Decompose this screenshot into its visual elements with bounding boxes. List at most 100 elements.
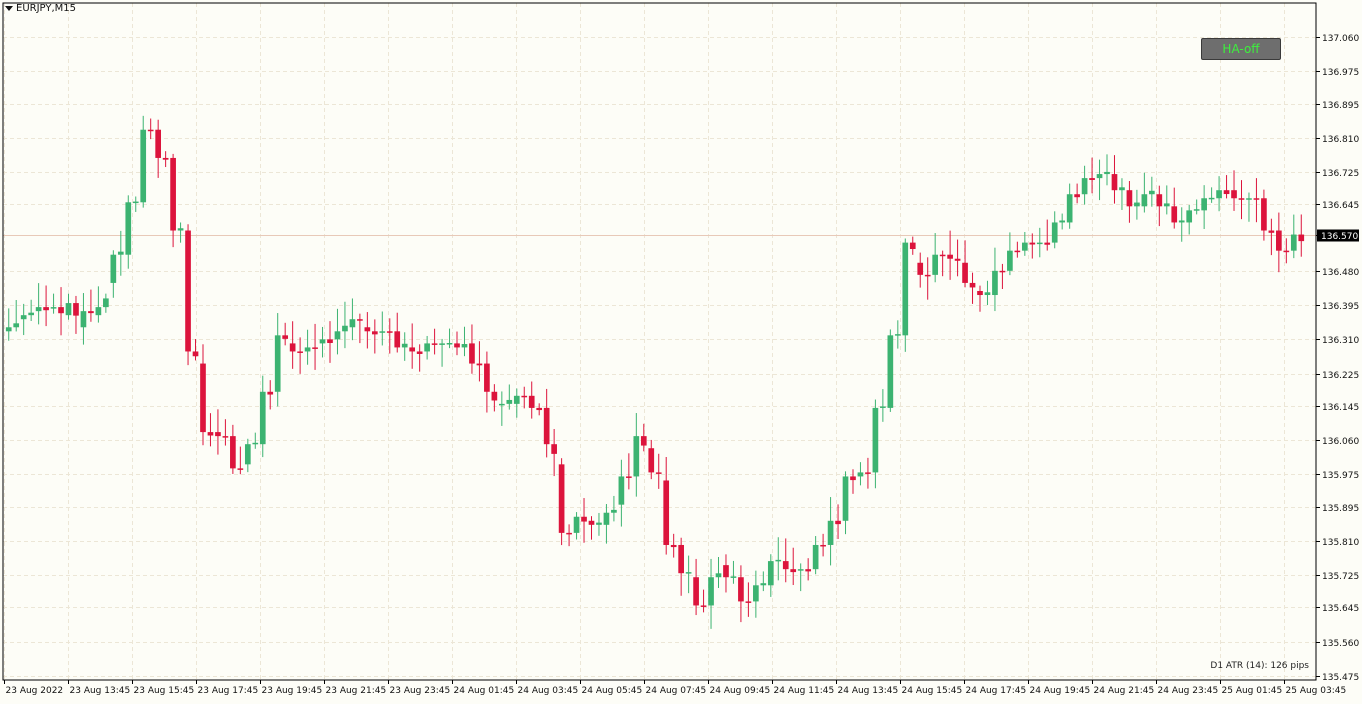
x-tick-label: 24 Aug 13:45 [838,686,899,696]
candle-bull [842,476,849,521]
candle-bear [170,157,176,231]
candle-bear [917,262,924,275]
candle-bull [20,315,27,320]
candle-bull [611,509,617,513]
candle-bull [274,335,281,392]
candle-bear [1253,198,1260,200]
candle-bear [790,569,797,573]
candle-bull [461,344,468,348]
y-tick-label: 136.310 [1322,336,1359,346]
candle-bull [349,319,356,328]
candle-bear [528,395,535,408]
symbol-menu[interactable]: EURJPY,M15 [5,3,76,14]
candle-bear [469,343,475,364]
candle-bear [1126,190,1133,207]
y-tick-label: 136.895 [1322,101,1359,111]
candle-bear [476,363,483,366]
x-tick-label: 24 Aug 03:45 [518,686,579,696]
candle-bear [999,270,1006,273]
candle-bear [924,274,931,277]
candle-bear [1268,230,1275,233]
candle-bear [977,290,983,296]
candlestick-chart: 137.060 136.975 136.895 136.810 136.725 136.6… [2,2,1359,696]
candle-bull [319,339,326,344]
candle-bear [215,432,221,437]
candle-bear [1171,206,1178,223]
candle-bear [805,569,811,572]
candle-bull [1246,198,1252,200]
dropdown-triangle-icon[interactable] [5,6,13,11]
candle-bull [1119,187,1125,191]
candle-bear [648,448,655,473]
candle-bear [581,516,587,522]
candle-bull [596,522,602,525]
candle-bear [192,351,199,357]
x-tick-label: 23 Aug 21:45 [326,686,387,696]
candle-bear [865,472,871,474]
candle-bull [499,403,505,406]
candle-bull [506,399,513,404]
candle-bull [887,335,894,408]
candle-bull [424,343,430,352]
candle-bull [767,561,774,586]
chart-area[interactable]: 137.060 136.975 136.895 136.810 136.725 136.6… [0,0,1362,700]
candle-bull [708,577,714,606]
candle-bull [259,391,266,445]
candle-bull [902,242,909,336]
candle-bull [1193,209,1200,211]
candle-bull [177,228,184,231]
y-tick-label: 135.645 [1322,604,1359,614]
y-tick-label: 135.725 [1322,572,1359,582]
candle-bull [342,325,348,332]
current-price-marker: 136.570 [1317,229,1359,242]
candle-bull [827,520,834,545]
candle-bear [939,254,946,257]
candle-bear [409,347,416,352]
candle-bear [543,407,550,445]
candle-bull [513,395,520,404]
candle-bear [454,343,460,348]
candle-bull [1163,203,1170,207]
candle-bull [760,583,767,586]
atr-indicator-label: D1 ATR (14): 126 pips [1210,661,1309,671]
candle-bull [5,327,12,332]
candle-bull [1066,194,1073,223]
candle-bear [1156,194,1163,207]
candle-bull [1134,202,1140,207]
y-tick-label: 136.395 [1322,302,1359,312]
candle-bear [909,242,916,250]
y-tick-label: 135.560 [1322,639,1359,649]
candle-bear [282,335,289,339]
candle-bull [304,347,311,352]
candle-bear [364,327,371,332]
x-tick-label: 23 Aug 13:45 [70,686,131,696]
candle-bull [28,312,34,316]
candle-bear [693,577,699,606]
candle-bear [207,432,214,436]
candle-bear [386,331,393,333]
candle-bull [117,251,124,255]
candle-bull [244,444,251,465]
candle-bear [536,407,543,411]
heiken-ashi-toggle-button[interactable]: HA-off [1201,38,1281,60]
candle-bear [558,464,565,533]
candle-bear [1276,230,1282,251]
candle-bull [857,472,864,477]
y-tick-label: 137.060 [1322,34,1359,44]
candle-bear [588,520,595,525]
candle-bull [812,544,819,570]
candle-bear [640,436,647,446]
x-tick-label: 24 Aug 15:45 [902,686,963,696]
candle-bear [73,303,79,316]
current-price-label: 136.570 [1321,232,1358,242]
candle-bear [431,343,438,345]
x-tick-label: 23 Aug 15:45 [134,686,195,696]
candle-bull [95,307,102,316]
candle-bear [289,343,296,352]
candle-bear [185,230,191,352]
candle-bear [655,472,662,474]
candle-bull [1208,197,1215,200]
candle-bull [1081,178,1088,195]
x-tick-label: 25 Aug 01:45 [1222,686,1283,696]
candle-bear [162,157,169,160]
